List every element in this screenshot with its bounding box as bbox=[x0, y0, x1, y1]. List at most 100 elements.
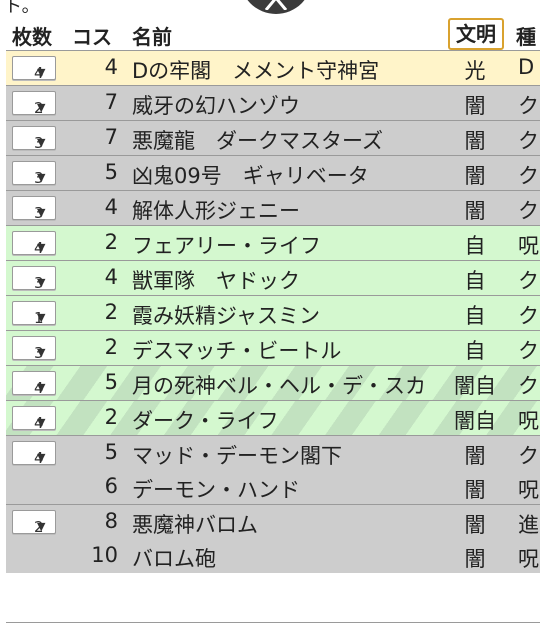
chevron-down-icon: ▼ bbox=[37, 136, 46, 149]
chevron-down-icon: ▼ bbox=[37, 416, 46, 429]
card-cost: 8 bbox=[104, 509, 118, 533]
chevron-down-icon: ▼ bbox=[37, 311, 46, 324]
quantity-select[interactable]: 2 ▼ bbox=[12, 91, 56, 117]
chevron-down-icon: ▼ bbox=[37, 346, 46, 359]
table-row: 4 ▼ 2 ダーク・ライフ 闇自 呪 bbox=[6, 400, 540, 435]
card-civilization: 闇 bbox=[464, 94, 486, 118]
card-race: ク bbox=[518, 129, 539, 153]
quantity-select[interactable]: 3 ▼ bbox=[12, 336, 56, 362]
card-name[interactable]: 威牙の幻ハンゾウ bbox=[132, 90, 300, 120]
table-row: 4 ▼ 4 Dの牢閣 メメント守神宮 光 D bbox=[6, 50, 540, 85]
quantity-select[interactable]: 3 ▼ bbox=[12, 126, 56, 152]
table-row: 4 ▼ 5 月の死神ベル・ヘル・デ・スカ 闇自 ク bbox=[6, 365, 540, 400]
card-cost: 2 bbox=[104, 300, 118, 324]
card-name[interactable]: フェアリー・ライフ bbox=[132, 230, 321, 260]
chevron-down-icon: ▼ bbox=[37, 101, 46, 114]
header-name[interactable]: 名前 bbox=[132, 21, 172, 50]
card-name[interactable]: デーモン・ハンド bbox=[132, 474, 300, 504]
card-civilization: 自 bbox=[464, 304, 486, 328]
card-cost: 5 bbox=[104, 440, 118, 464]
card-name[interactable]: デスマッチ・ビートル bbox=[132, 335, 341, 365]
header-civilization[interactable]: 文明 bbox=[448, 18, 504, 50]
card-civilization: 闇 bbox=[464, 547, 486, 571]
card-name[interactable]: ダーク・ライフ bbox=[132, 405, 279, 435]
quantity-select[interactable]: 2 ▼ bbox=[12, 510, 56, 536]
chevron-down-icon: ▼ bbox=[37, 171, 46, 184]
quantity-select[interactable]: 4 ▼ bbox=[12, 231, 56, 257]
close-button[interactable] bbox=[240, 0, 312, 14]
card-name[interactable]: 悪魔龍 ダークマスターズ bbox=[132, 125, 383, 155]
quantity-select[interactable]: 4 ▼ bbox=[12, 441, 56, 467]
table-row: 4 ▼ 5 マッド・デーモン閣下 闇 ク bbox=[6, 435, 540, 470]
card-race: 呪 bbox=[518, 547, 539, 571]
card-name[interactable]: マッド・デーモン閣下 bbox=[132, 440, 342, 470]
quantity-select[interactable]: 3 ▼ bbox=[12, 266, 56, 292]
card-civilization: 自 bbox=[464, 339, 486, 363]
card-civilization: 闇自 bbox=[454, 409, 496, 433]
card-cost: 2 bbox=[104, 405, 118, 429]
card-civilization: 闇 bbox=[464, 513, 486, 537]
card-civilization: 光 bbox=[464, 59, 486, 83]
card-cost: 10 bbox=[91, 543, 118, 567]
card-race: 呪 bbox=[518, 478, 539, 502]
card-civilization: 闇 bbox=[464, 164, 486, 188]
card-race: ク bbox=[518, 164, 539, 188]
header-cost[interactable]: コス bbox=[72, 21, 112, 50]
card-race: ク bbox=[518, 374, 539, 398]
header-race[interactable]: 種 bbox=[516, 21, 536, 50]
card-cost: 7 bbox=[104, 90, 118, 114]
card-name[interactable]: 悪魔神バロム bbox=[132, 509, 258, 539]
table-bottom-divider bbox=[6, 622, 540, 623]
card-name[interactable]: 獣軍隊 ヤドック bbox=[132, 265, 300, 295]
card-race: ク bbox=[518, 304, 539, 328]
card-cost: 5 bbox=[104, 370, 118, 394]
quantity-select[interactable]: 4 ▼ bbox=[12, 371, 56, 397]
quantity-select[interactable]: 1 ▼ bbox=[12, 301, 56, 327]
quantity-select[interactable]: 4 ▼ bbox=[12, 406, 56, 432]
chevron-down-icon: ▼ bbox=[37, 66, 46, 79]
table-row: 2 ▼ 7 威牙の幻ハンゾウ 闇 ク bbox=[6, 85, 540, 120]
chevron-down-icon: ▼ bbox=[37, 206, 46, 219]
header-qty[interactable]: 枚数 bbox=[12, 21, 52, 50]
table-row: 3 ▼ 5 凶鬼09号 ギャリベータ 闇 ク bbox=[6, 155, 540, 190]
card-name[interactable]: バロム砲 bbox=[132, 543, 216, 573]
card-race: ク bbox=[518, 94, 539, 118]
card-name[interactable]: Dの牢閣 メメント守神宮 bbox=[132, 55, 379, 85]
card-civilization: 闇 bbox=[464, 444, 486, 468]
card-cost: 2 bbox=[104, 335, 118, 359]
card-civilization: 闇自 bbox=[454, 374, 496, 398]
card-race: D bbox=[518, 55, 535, 79]
quantity-select[interactable]: 4 ▼ bbox=[12, 56, 56, 82]
quantity-select[interactable]: 3 ▼ bbox=[12, 161, 56, 187]
card-race: ク bbox=[518, 444, 539, 468]
card-name[interactable]: 霞み妖精ジャスミン bbox=[132, 300, 320, 330]
chevron-down-icon: ▼ bbox=[37, 520, 46, 533]
card-name[interactable]: 月の死神ベル・ヘル・デ・スカ bbox=[132, 370, 426, 400]
card-civilization: 闇 bbox=[464, 199, 486, 223]
close-icon bbox=[264, 0, 288, 10]
card-race: ク bbox=[518, 269, 539, 293]
card-name[interactable]: 凶鬼09号 ギャリベータ bbox=[132, 160, 369, 190]
chevron-down-icon: ▼ bbox=[37, 381, 46, 394]
quantity-select[interactable]: 3 ▼ bbox=[12, 196, 56, 222]
card-civilization: 自 bbox=[464, 269, 486, 293]
chevron-down-icon: ▼ bbox=[37, 451, 46, 464]
table-row: 3 ▼ 4 獣軍隊 ヤドック 自 ク bbox=[6, 260, 540, 295]
card-cost: 2 bbox=[104, 230, 118, 254]
chevron-down-icon: ▼ bbox=[37, 241, 46, 254]
card-cost: 4 bbox=[104, 265, 118, 289]
card-cost: 4 bbox=[104, 195, 118, 219]
card-race: 進 bbox=[518, 513, 539, 537]
card-cost: 5 bbox=[104, 160, 118, 184]
card-name[interactable]: 解体人形ジェニー bbox=[132, 195, 300, 225]
table-header: 枚数 コス 名前 文明 種 bbox=[6, 18, 540, 50]
top-text-fragment: ト。 bbox=[4, 0, 40, 17]
table-row: 3 ▼ 2 デスマッチ・ビートル 自 ク bbox=[6, 330, 540, 365]
chevron-down-icon: ▼ bbox=[37, 276, 46, 289]
card-race: ク bbox=[518, 339, 539, 363]
card-civilization: 闇 bbox=[464, 478, 486, 502]
table-row: 3 ▼ 4 解体人形ジェニー 闇 ク bbox=[6, 190, 540, 225]
table-row: 4 ▼ 2 フェアリー・ライフ 自 呪 bbox=[6, 225, 540, 260]
deck-table: 枚数 コス 名前 文明 種 4 ▼ 4 Dの牢閣 メメント守神宮 光 D 2 ▼ 7… bbox=[6, 18, 540, 573]
card-civilization: 闇 bbox=[464, 129, 486, 153]
